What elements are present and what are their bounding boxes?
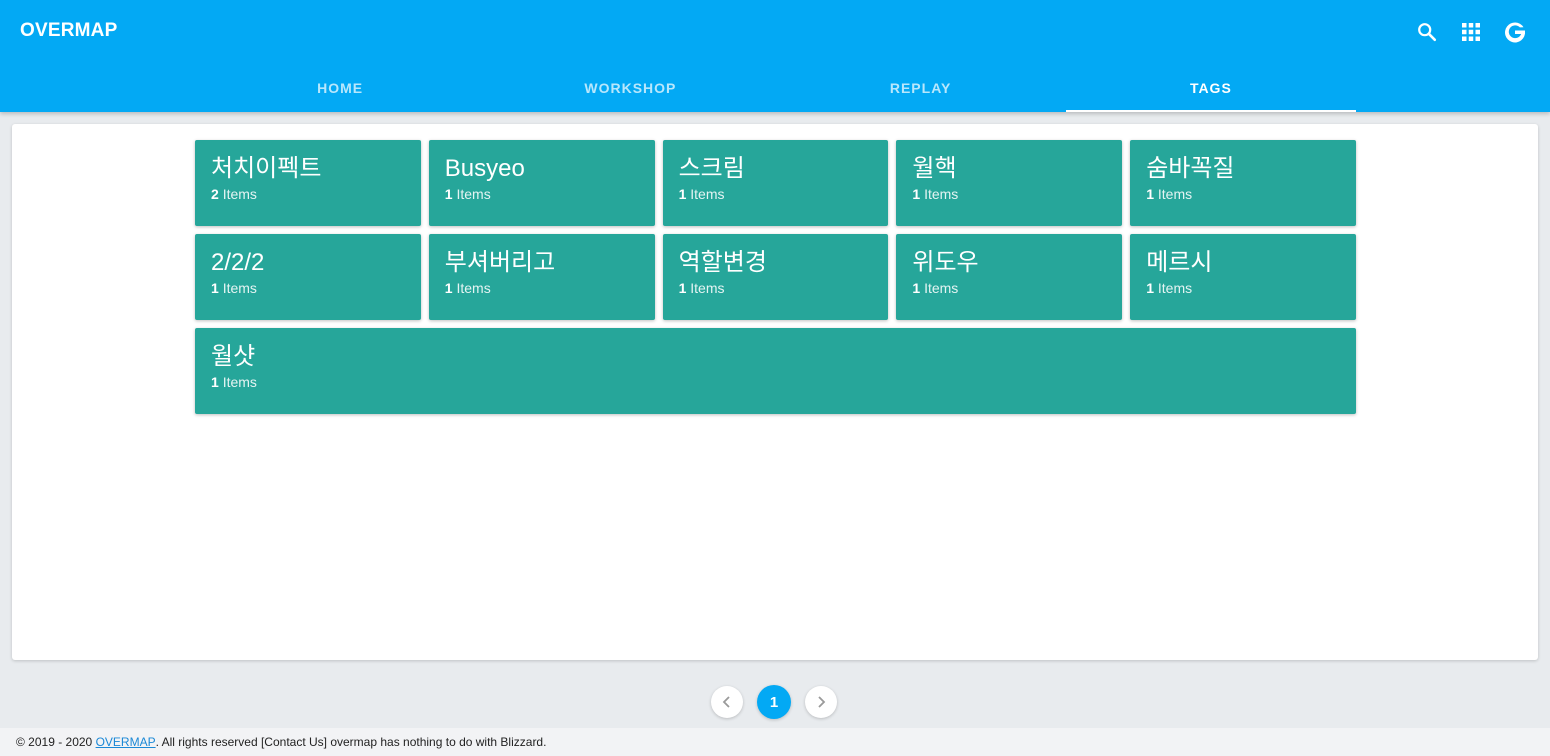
tag-name: 숨바꼭질 <box>1146 155 1235 182</box>
tag-card[interactable]: 메르시 1 Items <box>1130 234 1356 320</box>
next-page-button[interactable] <box>805 686 837 718</box>
tag-count-value: 1 <box>678 280 687 296</box>
footer-notice: . All rights reserved [Contact Us] overm… <box>155 735 547 749</box>
tag-count-unit: Items <box>924 280 959 296</box>
tag-item-count: 1 Items <box>211 278 405 298</box>
tag-item-count: 1 Items <box>445 184 639 204</box>
app-bar: OVERMAP HOME WORKSHOP REPLAY TAGS <box>0 0 1550 112</box>
tab-home[interactable]: HOME <box>195 64 485 112</box>
tag-card[interactable]: 위도우 1 Items <box>896 234 1123 320</box>
tags-panel: 처치이펙트 2 Items Busyeo 1 Items 스크림 1 Items… <box>12 124 1538 660</box>
tag-item-count: 1 Items <box>445 278 639 298</box>
tag-count-unit: Items <box>1157 186 1193 202</box>
footer: © 2019 - 2020 OVERMAP. All rights reserv… <box>0 728 1550 756</box>
tag-item-count: 1 Items <box>679 184 873 204</box>
tag-count-value: 1 <box>1146 186 1154 202</box>
prev-page-button[interactable] <box>711 686 743 718</box>
tag-count-unit: Items <box>690 280 725 296</box>
tag-name: 월핵 <box>912 155 957 182</box>
tag-count-value: 1 <box>211 374 219 390</box>
main-tabs: HOME WORKSHOP REPLAY TAGS <box>195 64 1357 112</box>
tag-name: 역할변경 <box>678 249 767 276</box>
search-button[interactable] <box>1414 16 1440 48</box>
apps-grid-icon <box>1462 23 1480 41</box>
tag-count-value: 1 <box>211 280 219 296</box>
tag-card[interactable]: 처치이펙트 2 Items <box>195 140 421 226</box>
chevron-right-icon <box>818 696 826 708</box>
chevron-left-icon <box>722 696 730 708</box>
tag-name: 스크림 <box>678 155 745 182</box>
tag-count-unit: Items <box>222 186 257 202</box>
tag-count-value: 1 <box>678 186 687 202</box>
tag-count-unit: Items <box>456 186 491 202</box>
apps-button[interactable] <box>1458 16 1484 48</box>
tag-card[interactable]: Busyeo 1 Items <box>428 140 655 226</box>
tag-card[interactable]: 월샷 1 Items <box>195 328 1356 414</box>
tab-tags[interactable]: TAGS <box>1065 64 1357 112</box>
tag-item-count: 2 Items <box>211 184 405 204</box>
tag-card[interactable]: 숨바꼭질 1 Items <box>1130 140 1356 226</box>
tag-name: Busyeo <box>444 155 525 182</box>
tag-item-count: 1 Items <box>912 278 1106 298</box>
tag-card[interactable]: 2/2/2 1 Items <box>195 234 421 320</box>
app-bar-actions <box>1414 16 1528 48</box>
google-sign-in-button[interactable] <box>1502 16 1528 48</box>
search-icon <box>1418 23 1437 42</box>
tag-item-count: 1 Items <box>211 372 1340 392</box>
tag-item-count: 1 Items <box>912 184 1106 204</box>
tab-replay[interactable]: REPLAY <box>776 64 1066 112</box>
tag-name: 2/2/2 <box>211 249 265 276</box>
tag-name: 처치이펙트 <box>211 155 322 182</box>
tag-card[interactable]: 스크림 1 Items <box>662 140 889 226</box>
tab-workshop[interactable]: WORKSHOP <box>485 64 775 112</box>
brand-title[interactable]: OVERMAP <box>20 20 117 42</box>
tag-count-value: 1 <box>444 186 453 202</box>
tag-count-unit: Items <box>924 186 959 202</box>
tag-name: 부셔버리고 <box>444 249 556 276</box>
tag-count-value: 2 <box>211 186 219 202</box>
tag-count-unit: Items <box>690 186 725 202</box>
footer-copyright: © 2019 - 2020 <box>16 735 96 749</box>
tag-item-count: 1 Items <box>1146 184 1340 204</box>
footer-overmap-link[interactable]: OVERMAP <box>96 735 156 749</box>
tag-count-unit: Items <box>222 280 257 296</box>
tag-card[interactable]: 월핵 1 Items <box>896 140 1123 226</box>
tag-count-value: 1 <box>912 280 921 296</box>
tag-count-unit: Items <box>222 374 257 390</box>
tag-name: 위도우 <box>912 249 979 276</box>
tag-item-count: 1 Items <box>1146 278 1340 298</box>
page-button-current[interactable]: 1 <box>757 685 791 719</box>
tag-count-unit: Items <box>456 280 491 296</box>
tag-name: 메르시 <box>1146 249 1213 276</box>
tag-grid: 처치이펙트 2 Items Busyeo 1 Items 스크림 1 Items… <box>195 140 1356 414</box>
pagination: 1 <box>711 685 837 719</box>
tag-name: 월샷 <box>211 343 256 370</box>
tag-card[interactable]: 부셔버리고 1 Items <box>428 234 655 320</box>
tag-count-value: 1 <box>912 186 921 202</box>
tag-item-count: 1 Items <box>679 278 873 298</box>
tag-card[interactable]: 역할변경 1 Items <box>662 234 889 320</box>
tag-count-value: 1 <box>1146 280 1154 296</box>
tag-count-unit: Items <box>1157 280 1193 296</box>
google-icon <box>1505 22 1526 43</box>
tag-count-value: 1 <box>444 280 453 296</box>
